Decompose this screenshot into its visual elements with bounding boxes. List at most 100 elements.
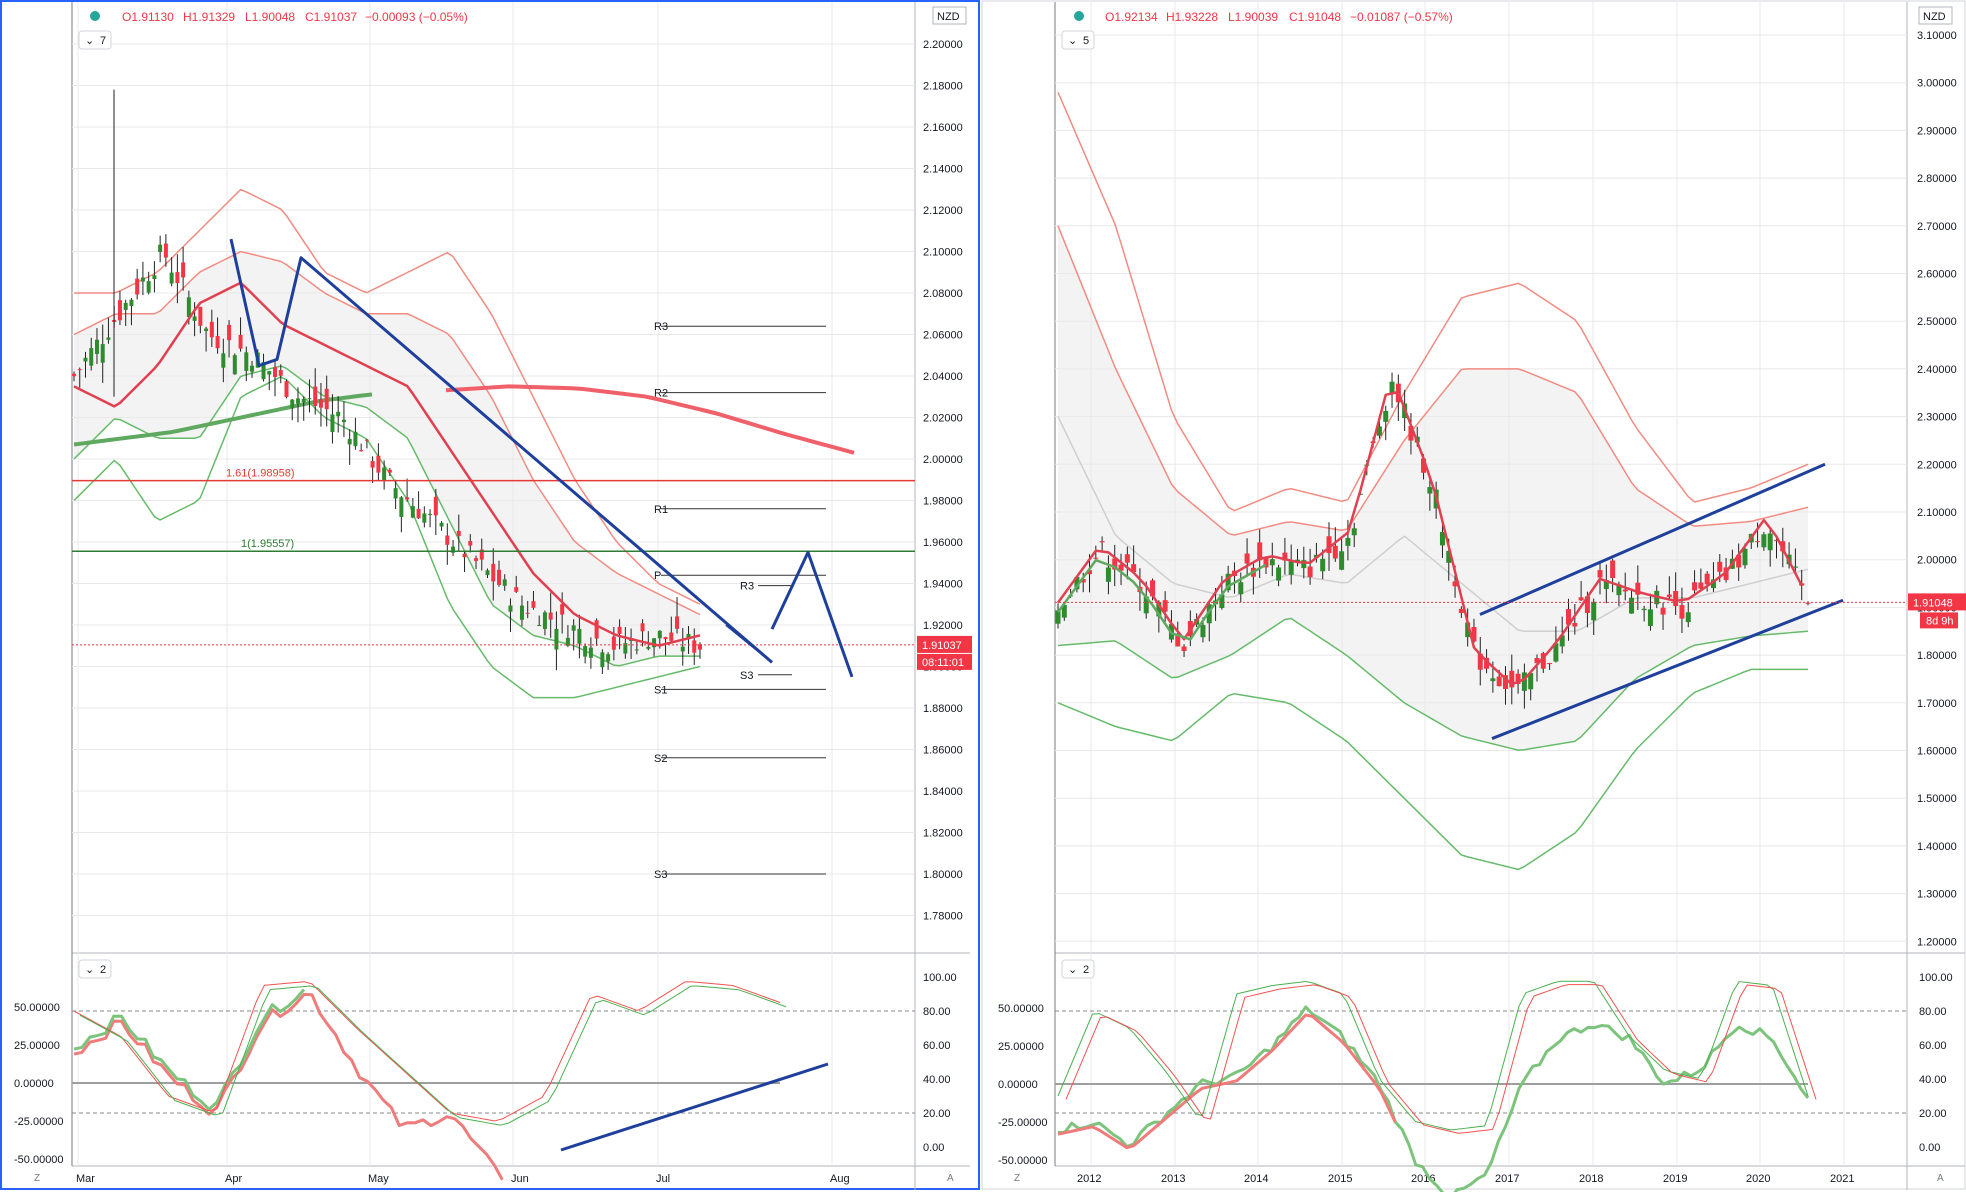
osc-main-red: [1057, 1013, 1397, 1150]
candle-body: [181, 262, 186, 278]
candle-body: [416, 508, 421, 519]
pivot-label: R3: [740, 581, 754, 593]
osc-signal-green: [79, 985, 787, 1126]
candle-body: [1496, 676, 1502, 687]
y-tick-label: 2.04000: [923, 371, 963, 383]
y-tick-label: 2.08000: [923, 288, 963, 300]
candle-body: [1439, 531, 1445, 546]
candle-body: [1383, 410, 1389, 422]
candle-body: [72, 373, 76, 377]
candle-body: [1666, 594, 1672, 597]
candle-body: [301, 398, 306, 403]
x-tick-label: 2017: [1495, 1173, 1519, 1185]
candle-body: [1332, 545, 1338, 559]
y-tick-label: 2.16000: [923, 122, 963, 134]
candle-body: [646, 646, 651, 649]
candle-body: [1200, 624, 1206, 638]
ohlc-open: O1.91130: [122, 10, 174, 24]
x-tick-label: 2021: [1830, 1173, 1854, 1185]
ohlc-high: H1.93228: [1166, 10, 1218, 24]
a-corner-label: A: [947, 1173, 954, 1184]
candle-body: [336, 411, 341, 417]
osc-left-label: -50.00000: [14, 1154, 64, 1166]
osc-left-label: 0.00000: [998, 1079, 1038, 1091]
candle-body: [353, 431, 358, 447]
y-tick-label: 1.82000: [923, 828, 963, 840]
x-tick-label: 2018: [1579, 1173, 1603, 1185]
candle-body: [232, 355, 237, 375]
candle-body: [1339, 551, 1345, 570]
candle-body: [1660, 607, 1666, 615]
y-tick-label: 2.70000: [1917, 221, 1957, 233]
candle-body: [669, 632, 674, 641]
y-tick-label: 2.06000: [923, 330, 963, 342]
x-tick-label: 2020: [1746, 1173, 1770, 1185]
candle-body: [1238, 582, 1244, 595]
candle-body: [422, 513, 427, 523]
x-tick-label: 2013: [1161, 1173, 1185, 1185]
osc-right-label: 80.00: [1919, 1006, 1947, 1018]
chart-canvas: 2.20000 2.18000 2.16000 2.14000 2.12000 2.100…: [0, 0, 1966, 1192]
candle-body: [215, 336, 220, 349]
candle-body: [548, 612, 553, 620]
candle-body: [491, 563, 496, 582]
candle-body: [1591, 601, 1597, 621]
y-tick-label: 1.30000: [1917, 889, 1957, 901]
status-dot-icon: [88, 9, 102, 23]
candle-body: [1276, 567, 1282, 581]
candle-body: [100, 344, 105, 363]
candle-body: [324, 388, 329, 410]
candle-body: [284, 381, 289, 397]
candle-body: [1093, 557, 1099, 559]
candle-body: [485, 570, 490, 576]
x-tick-label: Jun: [511, 1173, 529, 1185]
candle-body: [1767, 533, 1773, 551]
x-tick-label: Aug: [830, 1173, 850, 1185]
chevron-down-icon: ⌄: [85, 35, 94, 47]
currency-label: NZD: [1923, 11, 1946, 23]
candle-body: [341, 419, 346, 423]
y-tick-label: 1.78000: [923, 911, 963, 923]
candle-body: [1679, 605, 1685, 619]
candle-body: [278, 369, 283, 376]
osc-right-label: 40.00: [1919, 1074, 1947, 1086]
y-tick-label: 2.50000: [1917, 316, 1957, 328]
osc-left-label: 50.00000: [14, 1002, 60, 1014]
candle-body: [1288, 560, 1294, 575]
osc-trendline: [560, 1062, 829, 1152]
candle-body: [192, 316, 197, 321]
y-tick-label: 3.10000: [1917, 30, 1957, 42]
chevron-down-icon: ⌄: [1068, 35, 1077, 47]
candle-body: [393, 488, 398, 499]
candle-body: [307, 398, 312, 400]
ohlc-low: L1.90039: [1228, 10, 1278, 24]
indicator-count: 7: [100, 35, 106, 47]
osc-right-label: 20.00: [923, 1108, 951, 1120]
osc-right-label: 40.00: [923, 1074, 951, 1086]
chevron-down-icon: ⌄: [1068, 964, 1077, 976]
y-tick-label: 1.40000: [1917, 841, 1957, 853]
y-tick-label: 1.86000: [923, 745, 963, 757]
fib-1-label: 1(1.95557): [241, 538, 294, 550]
candle-body: [1572, 622, 1578, 627]
y-tick-label: 1.94000: [923, 579, 963, 591]
osc-right-label: 20.00: [1919, 1108, 1947, 1120]
x-tick-label: 2012: [1077, 1173, 1101, 1185]
osc-count: 2: [100, 964, 106, 976]
candle-body: [1692, 582, 1698, 591]
candle-body: [560, 604, 565, 615]
osc-right-label: 100.00: [923, 972, 957, 984]
chevron-down-icon: ⌄: [85, 964, 94, 976]
y-tick-label: 1.80000: [923, 869, 963, 881]
projection-arrow: [770, 550, 854, 678]
candle-body: [106, 337, 111, 340]
candle-body: [1704, 573, 1710, 585]
y-tick-label: 2.12000: [923, 205, 963, 217]
osc-left-label: 25.00000: [998, 1041, 1044, 1053]
candle-body: [583, 646, 588, 657]
candle-body: [399, 497, 404, 517]
candle-body: [433, 496, 438, 516]
candle-body: [238, 334, 243, 349]
candle-body: [359, 450, 364, 452]
candle-body: [468, 541, 473, 546]
